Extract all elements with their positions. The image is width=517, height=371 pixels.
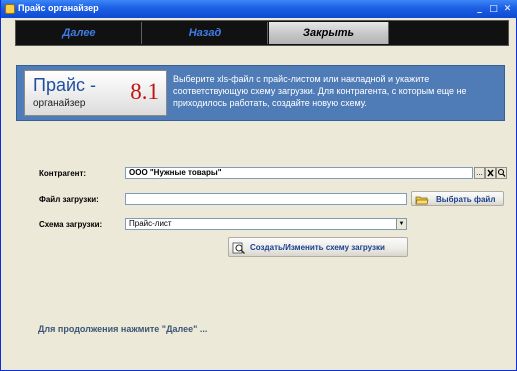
logo-version: 8.1 bbox=[130, 79, 159, 104]
contractor-browse-button[interactable]: ... bbox=[474, 167, 485, 179]
main-window: Прайс органайзер _ □ ✕ Далее Назад Закры… bbox=[0, 0, 517, 371]
scheme-select[interactable]: Прайс-лист ▼ bbox=[125, 218, 407, 230]
app-icon bbox=[5, 4, 15, 14]
choose-file-label: Выбрать файл bbox=[436, 195, 496, 204]
title-bar[interactable]: Прайс органайзер _ □ ✕ bbox=[1, 0, 517, 18]
choose-file-button[interactable]: Выбрать файл bbox=[411, 191, 504, 206]
toolbar: Далее Назад Закрыть bbox=[15, 20, 509, 46]
contractor-search-button[interactable] bbox=[496, 167, 507, 179]
close-button[interactable]: Закрыть bbox=[269, 22, 389, 44]
search-icon bbox=[497, 168, 506, 177]
next-button[interactable]: Далее bbox=[17, 22, 142, 44]
create-scheme-button[interactable]: Создать/Изменить схему загрузки bbox=[228, 237, 408, 257]
folder-icon bbox=[415, 196, 429, 205]
contractor-clear-button[interactable] bbox=[485, 167, 496, 179]
chevron-down-icon[interactable]: ▼ bbox=[396, 219, 406, 229]
info-banner: Прайс - органайзер 8.1 Выберите xls-файл… bbox=[16, 65, 505, 121]
scheme-select-value: Прайс-лист bbox=[129, 219, 172, 228]
contractor-field[interactable]: ООО "Нужные товары" bbox=[125, 167, 473, 179]
window-title: Прайс органайзер bbox=[18, 3, 99, 13]
file-path-field[interactable] bbox=[125, 193, 407, 205]
continue-hint: Для продолжения нажмите "Далее" ... bbox=[38, 324, 208, 334]
create-scheme-label: Создать/Изменить схему загрузки bbox=[250, 243, 385, 252]
minimize-button[interactable]: _ bbox=[473, 3, 486, 15]
back-button[interactable]: Назад bbox=[143, 22, 268, 44]
contractor-label: Контрагент: bbox=[39, 169, 87, 178]
scheme-label: Схема загрузки: bbox=[39, 220, 103, 229]
logo-name: Прайс - bbox=[33, 75, 97, 95]
magnifier-edit-icon bbox=[232, 242, 245, 254]
clear-icon bbox=[487, 169, 494, 177]
app-logo: Прайс - органайзер 8.1 bbox=[24, 70, 167, 116]
maximize-button[interactable]: □ bbox=[487, 3, 500, 15]
logo-subtitle: органайзер bbox=[33, 98, 86, 109]
banner-description: Выберите xls-файл с прайс-листом или нак… bbox=[173, 74, 467, 108]
close-window-button[interactable]: ✕ bbox=[501, 3, 514, 15]
file-label: Файл загрузки: bbox=[39, 195, 99, 204]
